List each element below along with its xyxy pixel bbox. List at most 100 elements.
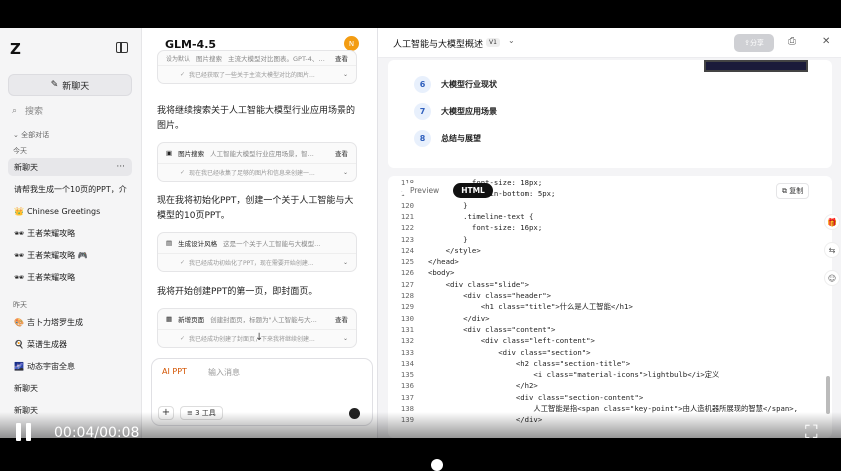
sidebar-chat-item[interactable]: 🍳 菜谱生成器 [8,335,132,353]
code-text: .timeline-text { [428,211,534,221]
agenda-item: 7 大模型应用场景 [414,103,497,120]
agenda-label: 大模型行业现状 [441,80,497,89]
scrollbar[interactable] [826,376,830,414]
code-text: <div class="section"> [428,347,591,357]
video-timecode: 00:04/00:08 [54,425,140,441]
panel-header: 人工智能与大模型概述 V1 ⌄ ⇪ 分享 ⎙ ✕ [378,28,841,58]
sidebar-chat-item[interactable]: 👑 Chinese Greetings [8,202,132,220]
sidebar-item-label: Chinese Greetings [26,206,101,216]
preview-panel: 人工智能与大模型概述 V1 ⌄ ⇪ 分享 ⎙ ✕ 6 大模型行业现状 7 大模型应用场… [377,28,841,438]
chevron-down-icon[interactable]: ⌄ [508,36,515,45]
all-chats-toggle[interactable]: ⌄ 全部对话 [13,130,49,140]
line-number: 129 [400,302,414,312]
progress-handle[interactable] [431,459,443,471]
line-number: 122 [400,223,414,233]
slide-image [704,60,808,72]
agenda-number: 7 [414,103,431,120]
more-options-icon[interactable]: ··· [116,162,125,172]
code-text: <div class="left-content"> [428,336,595,346]
code-text: </div> [428,313,490,323]
version-badge[interactable]: V1 [486,38,500,47]
avatar[interactable]: N [344,36,359,51]
sidebar-item-label: 新聊天 [14,383,38,393]
sidebar-chat-item[interactable]: 🕶 王者荣耀攻略 🎮 [8,246,132,264]
agenda-item: 6 大模型行业现状 [414,76,497,93]
view-link[interactable]: 查看 [335,53,348,63]
sidebar-chat-item[interactable]: 🕶 王者荣耀攻略 [8,268,132,286]
line-number: 130 [400,313,414,323]
floating-tools: 🎁 ⇆ ☺ [824,214,840,286]
gift-icon[interactable]: 🎁 [824,214,840,230]
set-default-link[interactable]: 设为默认 [166,54,190,63]
assistant-message: 我将继续搜索关于人工智能大模型行业应用场景的图片。 [157,106,356,131]
sidebar-item-label: 吉卜力塔罗生成 [26,317,83,327]
line-number: 121 [400,211,414,221]
code-text: } [428,234,468,244]
line-number: 125 [400,257,414,267]
sidebar-collapse-icon[interactable] [116,42,128,53]
view-link[interactable]: 查看 [335,148,348,158]
tool-card[interactable]: 设为默认 图片搜索 主流大模型对比图表。GPT-4、Cl... 查看 ✓ 我已经获取了一… [157,50,357,84]
line-number: 136 [400,381,414,391]
agenda-label: 总结与展望 [441,134,481,143]
share-icon[interactable]: ⇆ [824,242,840,258]
search-input[interactable]: ⌕ 搜索 [12,104,43,118]
line-number: 123 [400,234,414,244]
pause-icon[interactable] [16,423,32,441]
assistant-message: 现在我将初始化PPT，创建一个关于人工智能与大模型的10页PPT。 [157,196,354,221]
fullscreen-icon[interactable]: ⛶ [805,424,825,444]
tab-html[interactable]: HTML [453,183,493,198]
sidebar-chat-item[interactable]: 新聊天 ··· [8,158,132,176]
close-icon[interactable]: ✕ [822,36,830,47]
agenda-item: 8 总结与展望 [414,130,481,147]
copy-button[interactable]: ⧉ 复制 [776,183,810,199]
scroll-down-icon[interactable]: ↓ [255,332,263,343]
sidebar-chat-item[interactable]: 🕶 王者荣耀攻略 [8,224,132,242]
chat-emoji-icon: 🕶 [14,228,25,238]
message-input[interactable]: 输入消息 [208,367,240,378]
assistant-icon[interactable]: ☺ [824,270,840,286]
edit-icon: ✎ [50,80,59,90]
check-icon: ✓ [180,71,186,78]
sidebar-chat-item[interactable]: 🌌 动态宇宙全息 [8,357,132,375]
code-text: <div class="content"> [428,324,556,334]
line-number: 131 [400,324,414,334]
agenda-label: 大模型应用场景 [441,107,497,116]
ai-ppt-badge[interactable]: AI PPT [162,367,187,376]
share-button[interactable]: ⇪ 分享 [734,34,774,52]
sidebar-chat-item[interactable]: 新聊天 [8,379,132,397]
code-text: font-size: 16px; [428,223,543,233]
sidebar-item-label: 王者荣耀攻略 🎮 [27,250,88,260]
line-number: 134 [400,358,414,368]
check-icon: ✓ [180,169,186,176]
chevron-down-icon[interactable]: ⌄ [343,335,348,342]
line-number: 126 [400,268,414,278]
sidebar-chat-item[interactable]: 🎨 吉卜力塔罗生成 [8,313,132,331]
agenda-number: 6 [414,76,431,93]
tool-card[interactable]: ▤ 生成设计风格 这是一个关于人工智能与大模型... ✓ 我已经成功初始化了PPT，现… [157,232,357,272]
view-link[interactable]: 查看 [335,314,348,324]
new-chat-button[interactable]: ✎ 新聊天 [8,74,132,96]
download-icon[interactable]: ⎙ [788,36,796,47]
sidebar-item-label: 新聊天 [14,162,38,172]
yesterday-label: 昨天 [13,301,27,309]
code-text: <h2 class="section-title"> [428,358,631,368]
sidebar-item-label: 菜谱生成器 [26,339,67,349]
chevron-down-icon[interactable]: ⌄ [343,71,348,78]
line-number: 135 [400,370,414,380]
search-icon: ⌕ [12,105,18,116]
sidebar-item-label: 动态宇宙全息 [26,361,75,371]
sidebar-item-label: 请帮我生成一个10页的PPT，介 [14,184,127,194]
image-icon: ▣ [166,149,173,157]
chevron-down-icon[interactable]: ⌄ [343,259,348,266]
design-icon: ▤ [166,239,173,247]
tab-preview[interactable]: Preview [402,183,448,198]
tool-card[interactable]: ▣ 图片搜索 人工智能大模型行业应用场景，智... 查看 ✓ 现在我已经收集了足够的图片… [157,142,357,182]
app-logo: Z [10,40,21,58]
chat-emoji-icon: 👑 [14,206,24,216]
code-text: </h2> [428,381,538,391]
chevron-down-icon[interactable]: ⌄ [343,169,348,176]
code-text: } [428,200,468,210]
app-window: Z ✎ 新聊天 ⌕ 搜索 ⌄ 全部对话 今天 新聊天 ··· 请帮我生成一个10页的PP… [0,28,841,438]
sidebar-chat-item[interactable]: 请帮我生成一个10页的PPT，介 [8,180,132,198]
